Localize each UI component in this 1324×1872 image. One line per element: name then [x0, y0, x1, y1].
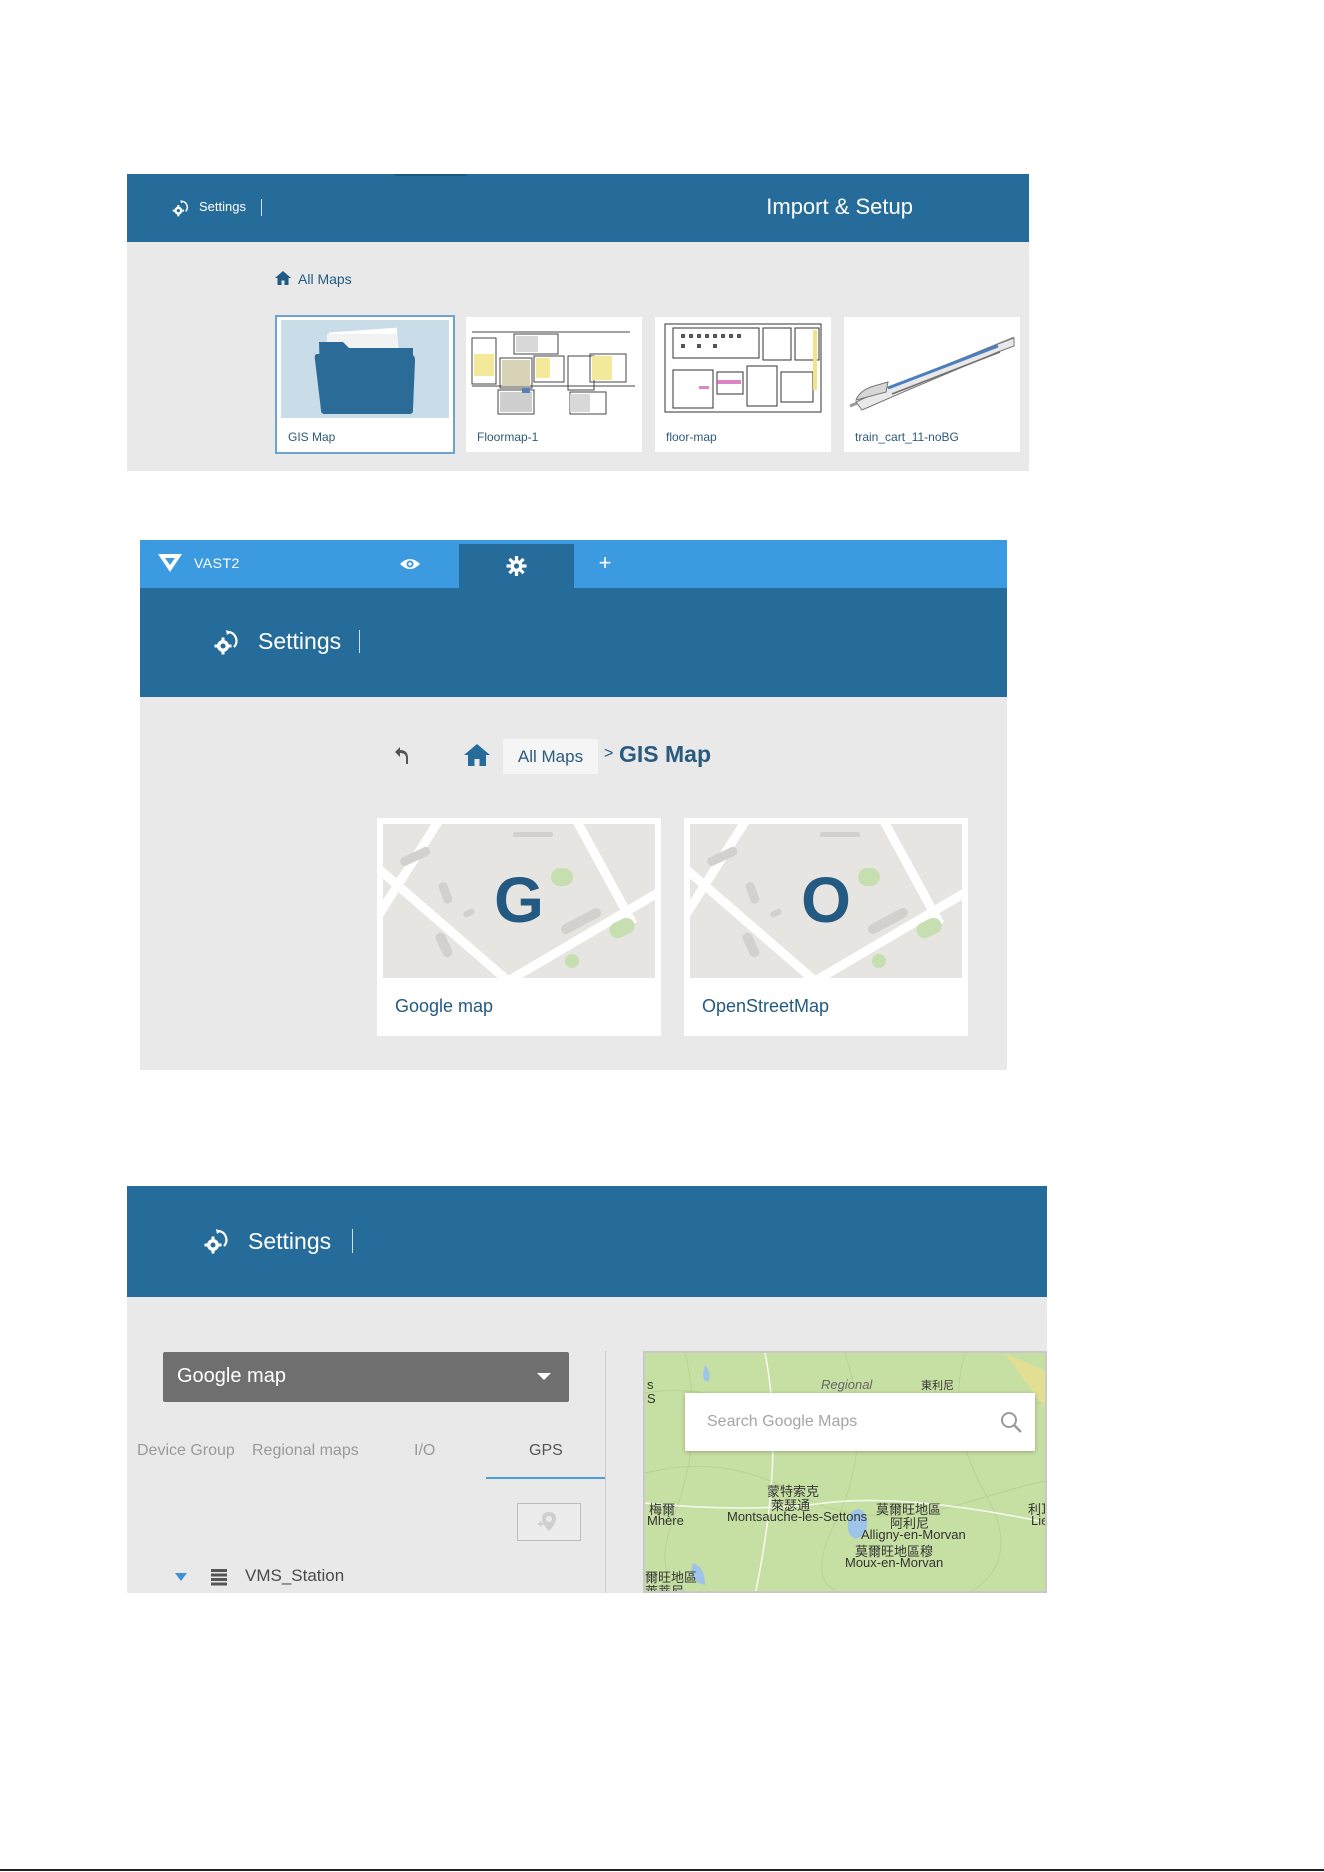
map-label: S	[647, 1391, 656, 1406]
tree-node-label[interactable]: VMS_Station	[245, 1566, 344, 1586]
settings-label[interactable]: Settings	[258, 628, 341, 655]
gps-settings-panel: Settings Google map Device Group Regiona…	[127, 1186, 1047, 1593]
gis-map-panel: VAST2 + Settings All Maps > GIS Map G Go…	[140, 540, 1007, 1070]
map-thumbnail: G	[383, 824, 655, 978]
settings-gear-icon[interactable]	[212, 627, 242, 657]
select-value: Google map	[177, 1365, 286, 1387]
tab-device-group[interactable]: Device Group	[137, 1442, 235, 1460]
back-arrow-icon[interactable]	[390, 743, 414, 767]
map-card-gis[interactable]: GIS Map	[275, 315, 455, 454]
train-thumbnail	[848, 320, 1016, 418]
settings-label[interactable]: Settings	[199, 199, 246, 214]
map-label: Montsauche-les-Settons	[727, 1509, 868, 1524]
search-icon[interactable]	[999, 1410, 1023, 1434]
tab-add[interactable]: +	[586, 548, 624, 580]
map-label: Lie	[1031, 1513, 1047, 1528]
map-label: s	[647, 1377, 654, 1392]
card-label: floor-map	[666, 430, 717, 444]
panel-divider	[605, 1351, 606, 1593]
server-icon	[211, 1569, 227, 1586]
eye-icon	[400, 559, 420, 569]
breadcrumb-all-maps[interactable]: All Maps	[503, 739, 598, 774]
floorplan-image	[470, 320, 638, 418]
breadcrumb-separator: >	[604, 745, 614, 762]
header-separator	[261, 199, 262, 216]
settings-header: Settings	[140, 588, 1007, 697]
train-image	[848, 320, 1016, 418]
card-label: Floormap-1	[477, 430, 539, 444]
expand-arrow-icon[interactable]	[175, 1573, 187, 1581]
card-label: Google map	[395, 996, 494, 1016]
floorplan-thumbnail	[470, 320, 638, 418]
breadcrumb-current: GIS Map	[619, 741, 712, 767]
chevron-down-icon	[537, 1373, 551, 1380]
tab-gps[interactable]: GPS	[529, 1442, 563, 1460]
map-label: Alligny-en-Morvan	[861, 1527, 966, 1542]
tab-settings[interactable]	[459, 544, 574, 588]
breadcrumb-all-maps[interactable]: All Maps	[298, 271, 352, 287]
settings-gear-icon[interactable]	[171, 198, 191, 218]
folder-thumbnail	[281, 320, 449, 418]
folder-icon	[314, 327, 415, 414]
floorplan-thumbnail	[659, 320, 827, 418]
tab-io[interactable]: I/O	[414, 1442, 435, 1460]
map-label: 萊蒂尼	[645, 1584, 685, 1593]
google-map-view[interactable]: Regional 東利尼 蒙特索克 萊瑟通 梅爾 Mhère Montsauch…	[643, 1351, 1047, 1593]
active-tab-indicator	[486, 1477, 606, 1479]
add-location-button[interactable]	[517, 1503, 581, 1541]
map-label: Mhère	[647, 1513, 684, 1528]
home-icon[interactable]	[275, 271, 291, 285]
google-letter: G	[494, 864, 544, 936]
map-card-train[interactable]: train_cart_11-noBG	[844, 317, 1020, 452]
card-label: OpenStreetMap	[702, 996, 830, 1016]
map-provider-card-osm[interactable]: O OpenStreetMap	[684, 818, 968, 1036]
map-label: Moux-en-Morvan	[845, 1555, 944, 1570]
search-placeholder[interactable]: Search Google Maps	[707, 1413, 857, 1431]
map-provider-select[interactable]: Google map	[163, 1352, 569, 1402]
settings-header: Settings	[127, 1186, 1047, 1297]
map-pin-icon	[538, 1512, 556, 1531]
vast-logo-icon	[158, 554, 182, 572]
settings-gear-icon[interactable]	[202, 1226, 232, 1256]
map-search-box[interactable]: Search Google Maps	[685, 1393, 1035, 1451]
card-label: train_cart_11-noBG	[855, 430, 959, 444]
gear-icon	[506, 556, 527, 576]
home-icon[interactable]	[464, 744, 490, 766]
page-title: Import & Setup	[766, 194, 913, 219]
map-label: Regional	[821, 1377, 873, 1392]
header-separator	[352, 1229, 353, 1253]
settings-header: Settings Import & Setup	[127, 174, 1029, 242]
app-topbar: VAST2 +	[140, 540, 1007, 588]
floorplan-image	[659, 320, 827, 418]
map-label: 東利尼	[921, 1380, 954, 1392]
map-card-floormap-1[interactable]: Floormap-1	[466, 317, 642, 452]
card-label: GIS Map	[288, 430, 336, 444]
app-brand: VAST2	[194, 555, 240, 571]
map-thumbnail: O	[690, 824, 962, 978]
header-separator	[359, 630, 360, 653]
tab-regional-maps[interactable]: Regional maps	[252, 1442, 359, 1460]
header-accent	[395, 174, 467, 176]
map-card-floor-map[interactable]: floor-map	[655, 317, 831, 452]
map-provider-card-google[interactable]: G Google map	[377, 818, 661, 1036]
import-setup-panel: Settings Import & Setup All Maps GIS Map	[127, 174, 1029, 471]
osm-letter: O	[801, 864, 851, 936]
settings-label[interactable]: Settings	[248, 1228, 331, 1255]
page-bottom-rule	[0, 1869, 1324, 1871]
tab-liveview[interactable]	[390, 550, 430, 578]
